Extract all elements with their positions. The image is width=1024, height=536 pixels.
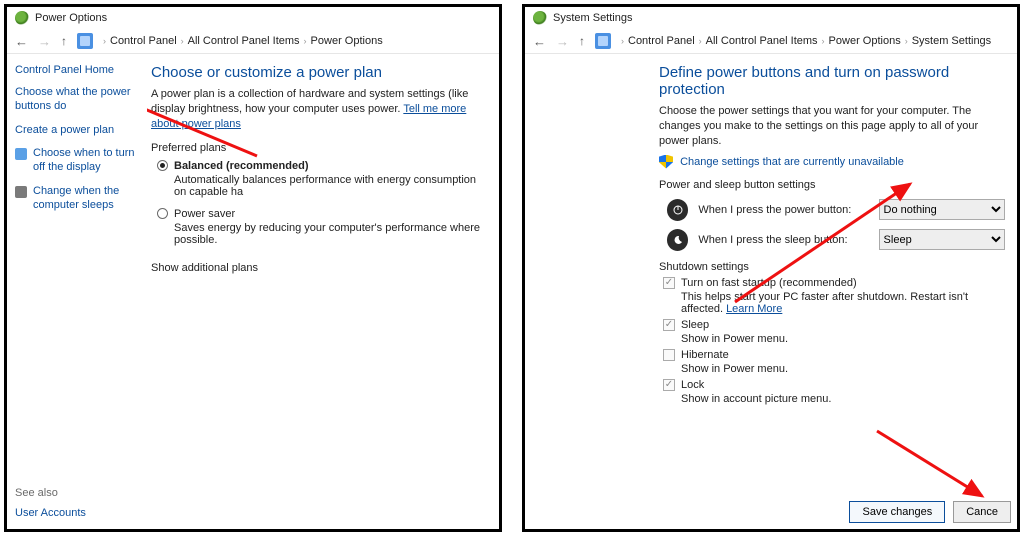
crumb[interactable]: Control Panel xyxy=(110,35,177,47)
power-options-window: Power Options ← → ↑ › Control Panel › Al… xyxy=(4,4,502,532)
forward-arrow-icon[interactable]: → xyxy=(556,34,569,49)
sleep-button-select[interactable]: Sleep xyxy=(879,229,1005,250)
crumb[interactable]: All Control Panel Items xyxy=(188,35,300,47)
unlock-row[interactable]: Change settings that are currently unava… xyxy=(659,155,1005,169)
see-also: See also User Accounts xyxy=(15,487,86,519)
checkbox-icon[interactable] xyxy=(663,319,675,331)
check-note: This helps start your PC faster after sh… xyxy=(681,291,1005,315)
checkbox-icon[interactable] xyxy=(663,349,675,361)
check-note: Show in Power menu. xyxy=(681,363,1005,375)
row-sleep-button: When I press the sleep button: Sleep xyxy=(667,229,1005,251)
content: Choose or customize a power plan A power… xyxy=(147,54,499,529)
preferred-plans-label: Preferred plans xyxy=(151,142,487,154)
titlebar: System Settings xyxy=(525,7,1017,29)
check-hibernate[interactable]: Hibernate xyxy=(663,349,1005,361)
display-icon xyxy=(15,148,27,160)
sidebar-item-create-plan[interactable]: Create a power plan xyxy=(15,124,139,138)
control-panel-icon xyxy=(595,33,611,49)
back-arrow-icon[interactable]: ← xyxy=(15,34,28,49)
check-lock[interactable]: Lock xyxy=(663,379,1005,391)
radio-icon[interactable] xyxy=(157,160,168,171)
setting-label: When I press the power button: xyxy=(698,204,868,216)
sleep-button-icon xyxy=(667,229,688,251)
system-settings-window: System Settings ← → ↑ › Control Panel › … xyxy=(522,4,1020,532)
window-title: System Settings xyxy=(553,12,632,24)
navbar: ← → ↑ › Control Panel › All Control Pane… xyxy=(7,29,499,54)
intro-text: A power plan is a collection of hardware… xyxy=(151,87,487,132)
power-button-select[interactable]: Do nothing xyxy=(879,199,1005,220)
crumb[interactable]: System Settings xyxy=(912,35,991,47)
check-note: Show in Power menu. xyxy=(681,333,1005,345)
plan-name: Power saver xyxy=(174,208,235,220)
intro-text: Choose the power settings that you want … xyxy=(659,104,1005,149)
plan-desc: Saves energy by reducing your computer's… xyxy=(174,222,487,246)
crumb[interactable]: All Control Panel Items xyxy=(706,35,818,47)
footer-buttons: Save changes Cance xyxy=(849,501,1011,523)
shield-icon xyxy=(659,155,673,169)
power-button-icon xyxy=(667,199,688,221)
sidebar-item-sleep[interactable]: Change when the computer sleeps xyxy=(33,185,139,213)
crumb[interactable]: Power Options xyxy=(311,35,383,47)
section-buttons-label: Power and sleep button settings xyxy=(659,179,1005,191)
row-power-button: When I press the power button: Do nothin… xyxy=(667,199,1005,221)
breadcrumb: › Control Panel › All Control Panel Item… xyxy=(621,35,991,47)
plan-power-saver[interactable]: Power saver Saves energy by reducing you… xyxy=(157,208,487,246)
up-arrow-icon[interactable]: ↑ xyxy=(61,34,67,48)
navbar: ← → ↑ › Control Panel › All Control Pane… xyxy=(525,29,1017,54)
sidebar: Control Panel Home Choose what the power… xyxy=(7,54,147,529)
learn-more-link[interactable]: Learn More xyxy=(726,303,782,315)
save-button[interactable]: Save changes xyxy=(849,501,945,523)
forward-arrow-icon[interactable]: → xyxy=(38,34,51,49)
window-title: Power Options xyxy=(35,12,107,24)
section-shutdown-label: Shutdown settings xyxy=(659,261,1005,273)
cancel-button[interactable]: Cance xyxy=(953,501,1011,523)
up-arrow-icon[interactable]: ↑ xyxy=(579,34,585,48)
setting-label: When I press the sleep button: xyxy=(698,234,868,246)
crumb[interactable]: Power Options xyxy=(829,35,901,47)
check-fast-startup[interactable]: Turn on fast startup (recommended) xyxy=(663,277,1005,289)
sidebar-item-power-buttons[interactable]: Choose what the power buttons do xyxy=(15,86,139,114)
titlebar: Power Options xyxy=(7,7,499,29)
sidebar-item-display-off[interactable]: Choose when to turn off the display xyxy=(33,147,139,175)
check-sleep[interactable]: Sleep xyxy=(663,319,1005,331)
breadcrumb: › Control Panel › All Control Panel Item… xyxy=(103,35,383,47)
user-accounts-link[interactable]: User Accounts xyxy=(15,507,86,519)
plan-desc: Automatically balances performance with … xyxy=(174,174,487,198)
sleep-icon xyxy=(15,186,27,198)
control-panel-icon xyxy=(77,33,93,49)
content: Define power buttons and turn on passwor… xyxy=(655,54,1017,529)
page-title: Define power buttons and turn on passwor… xyxy=(659,64,1005,98)
checkbox-icon[interactable] xyxy=(663,277,675,289)
checkbox-icon[interactable] xyxy=(663,379,675,391)
back-arrow-icon[interactable]: ← xyxy=(533,34,546,49)
show-additional-plans[interactable]: Show additional plans xyxy=(151,262,258,274)
check-note: Show in account picture menu. xyxy=(681,393,1005,405)
plan-balanced[interactable]: Balanced (recommended) Automatically bal… xyxy=(157,160,487,198)
sidebar-spacer xyxy=(525,54,655,529)
radio-icon[interactable] xyxy=(157,208,168,219)
sidebar-home[interactable]: Control Panel Home xyxy=(15,64,139,76)
page-title: Choose or customize a power plan xyxy=(151,64,487,81)
plan-name: Balanced (recommended) xyxy=(174,160,308,172)
power-icon xyxy=(533,11,547,25)
crumb[interactable]: Control Panel xyxy=(628,35,695,47)
power-icon xyxy=(15,11,29,25)
